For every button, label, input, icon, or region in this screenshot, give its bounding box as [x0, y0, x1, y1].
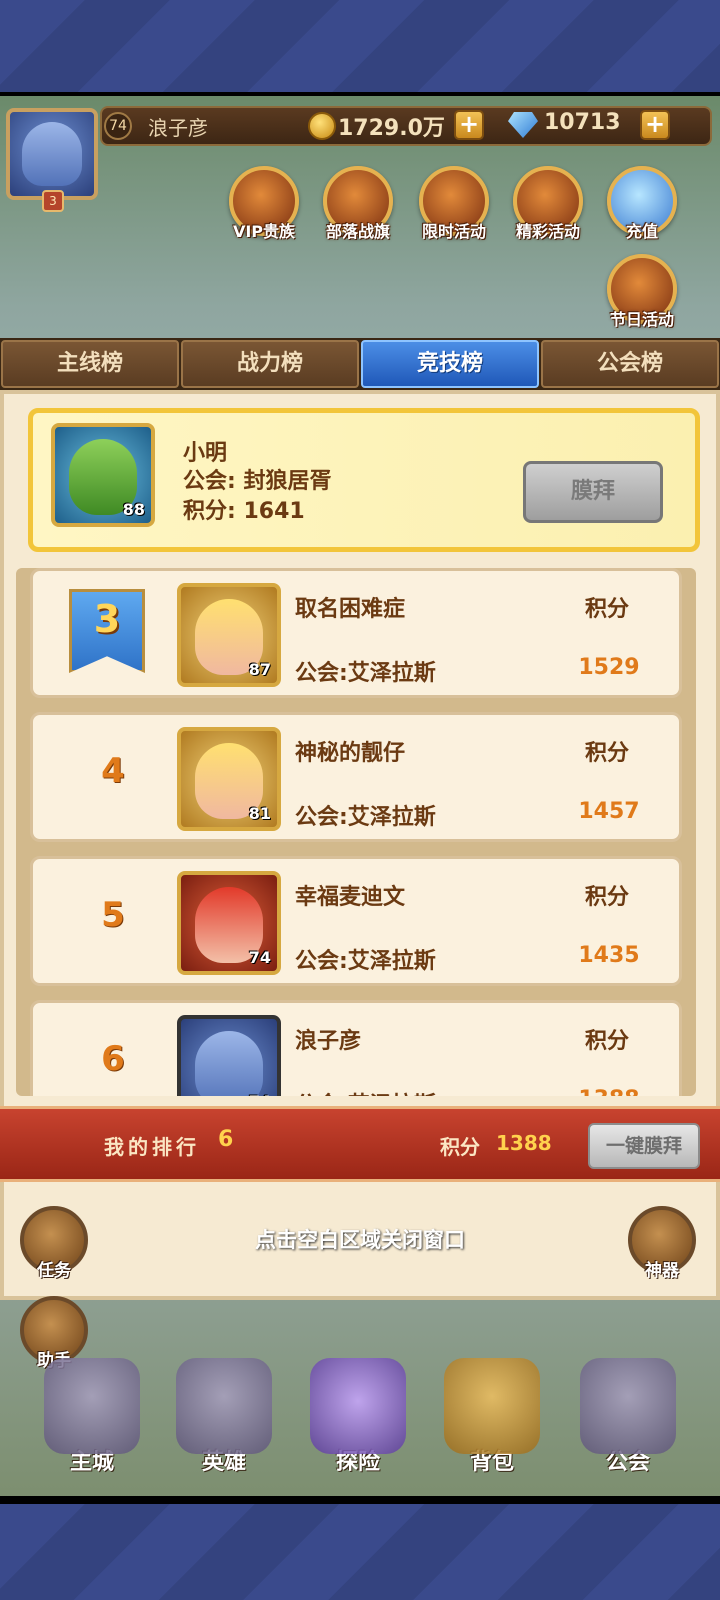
add-diamond-button[interactable]: +: [640, 110, 670, 140]
score-value: 1457: [578, 799, 640, 824]
score-label: 积分: [585, 741, 630, 766]
backpack-icon: [444, 1358, 540, 1454]
score-label: 积分: [585, 597, 630, 622]
top-player-guild: 公会: 封狼居胥: [183, 469, 332, 494]
hero-level: 88: [122, 500, 145, 519]
artifact-label: 神器: [645, 1261, 679, 1281]
top-player-card: 88 小明 公会: 封狼居胥 积分: 1641 膜拜: [28, 408, 700, 552]
activity-label: VIP贵族: [232, 222, 296, 241]
player-guild: 公会:艾泽拉斯: [295, 661, 436, 686]
rank-number: 6: [101, 1039, 125, 1079]
top-player-score: 积分: 1641: [183, 499, 305, 524]
hero-portrait[interactable]: 81: [177, 727, 281, 831]
task-label: 任务: [37, 1261, 71, 1281]
player-name: 幸福麦迪文: [295, 885, 406, 910]
artifact-button[interactable]: 神器: [622, 1206, 702, 1281]
tab-arena[interactable]: 竞技榜: [361, 340, 539, 388]
hero-level: 74: [249, 1092, 271, 1096]
player-guild: 公会:艾泽拉斯: [295, 805, 436, 830]
hero-portrait[interactable]: 87: [177, 583, 281, 687]
gold-amount: 1729.0万: [338, 116, 445, 141]
diamond-amount: 10713: [544, 110, 621, 135]
my-rank-value: 6: [218, 1127, 234, 1152]
hero-icon: [176, 1358, 272, 1454]
top-player-portrait[interactable]: 88: [51, 423, 155, 527]
background-bottom-band: [0, 1504, 720, 1600]
one-click-worship-button[interactable]: 一键膜拜: [588, 1123, 700, 1169]
activity-recharge-button[interactable]: 充值: [596, 166, 688, 242]
score-value: 1435: [578, 943, 640, 968]
portal-icon: [310, 1358, 406, 1454]
rank-number: 4: [101, 751, 125, 791]
tab-guild[interactable]: 公会榜: [541, 340, 719, 388]
worship-button[interactable]: 膜拜: [523, 461, 663, 523]
my-score-value: 1388: [496, 1131, 552, 1155]
nav-backpack[interactable]: 背包: [428, 1358, 556, 1498]
ranking-row[interactable]: 3 87 取名困难症 公会:艾泽拉斯 积分 1529: [30, 568, 682, 698]
activity-war-banner-button[interactable]: 部落战旗: [312, 166, 404, 242]
nav-guild[interactable]: 公会: [564, 1358, 692, 1498]
activity-festival-button[interactable]: 节日活动: [596, 254, 688, 330]
castle-icon: [44, 1358, 140, 1454]
hero-level: 87: [248, 660, 271, 679]
background-top-band: [0, 0, 720, 96]
ranking-row[interactable]: 4 81 神秘的靓仔 公会:艾泽拉斯 积分 1457: [30, 712, 682, 842]
activity-label: 充值: [625, 222, 658, 241]
player-avatar[interactable]: [6, 108, 98, 200]
my-rank-bar: 我的排行 6 积分 1388 一键膜拜: [0, 1106, 720, 1182]
guild-tower-icon: [580, 1358, 676, 1454]
rank-number: 5: [101, 895, 125, 935]
score-value: 1388: [569, 1087, 649, 1096]
player-name: 浪子彦: [148, 116, 208, 140]
divider-bar: [0, 1496, 720, 1504]
player-name: 神秘的靓仔: [295, 741, 406, 766]
player-guild: 公会:艾泽拉斯: [295, 949, 436, 974]
game-screen: 3 74 浪子彦 1729.0万 + 10713 + VIP贵族 部落战旗 限时…: [0, 96, 720, 1504]
activity-limited-button[interactable]: 限时活动: [408, 166, 500, 242]
avatar-rank-badge: 3: [42, 190, 64, 212]
tab-power[interactable]: 战力榜: [181, 340, 359, 388]
score-label: 积分: [585, 885, 630, 910]
activity-label: 限时活动: [421, 222, 486, 241]
player-level-badge: 74: [104, 112, 132, 140]
hero-level: 81: [248, 804, 271, 823]
task-button[interactable]: 任务: [14, 1206, 94, 1281]
nav-explore[interactable]: 探险: [294, 1358, 422, 1498]
leaderboard-tabs: 主线榜 战力榜 竞技榜 公会榜: [0, 338, 720, 390]
hero-level: 74: [248, 948, 271, 967]
player-name: 取名困难症: [295, 597, 406, 622]
my-score-label: 积分: [440, 1135, 480, 1159]
close-window-hint[interactable]: 点击空白区域关闭窗口: [0, 1224, 720, 1254]
hero-portrait[interactable]: 74: [177, 1015, 281, 1096]
nav-heroes[interactable]: 英雄: [160, 1358, 288, 1498]
gold-coin-icon: [308, 112, 336, 140]
ranking-row[interactable]: 5 74 幸福麦迪文 公会:艾泽拉斯 积分 1435: [30, 856, 682, 986]
ranking-row[interactable]: 6 74 浪子彦 公会:艾泽拉斯 积分 1388: [30, 1000, 682, 1096]
activity-label: 精彩活动: [515, 222, 580, 241]
activity-label: 节日活动: [609, 310, 674, 329]
lion-portrait-icon: [195, 1031, 263, 1096]
activity-label: 部落战旗: [325, 222, 390, 241]
ranking-list[interactable]: 3 87 取名困难症 公会:艾泽拉斯 积分 1529 4 81 神秘的靓仔 公会…: [16, 568, 696, 1096]
rank-number: 3: [93, 597, 121, 641]
activity-featured-button[interactable]: 精彩活动: [502, 166, 594, 242]
activity-vip-button[interactable]: VIP贵族: [218, 166, 310, 242]
score-value: 1529: [578, 655, 640, 680]
lion-portrait-icon: [22, 122, 82, 186]
hero-portrait[interactable]: 74: [177, 871, 281, 975]
nav-main-city[interactable]: 主城: [28, 1358, 156, 1498]
tab-mainline[interactable]: 主线榜: [1, 340, 179, 388]
player-guild: 公会:艾泽拉斯: [295, 1087, 436, 1096]
add-gold-button[interactable]: +: [454, 110, 484, 140]
player-name: 浪子彦: [295, 1029, 362, 1054]
score-label: 积分: [585, 1029, 630, 1054]
bottom-navigation: 主城 英雄 探险 背包 公会: [0, 1348, 720, 1504]
my-rank-label: 我的排行: [104, 1135, 200, 1159]
